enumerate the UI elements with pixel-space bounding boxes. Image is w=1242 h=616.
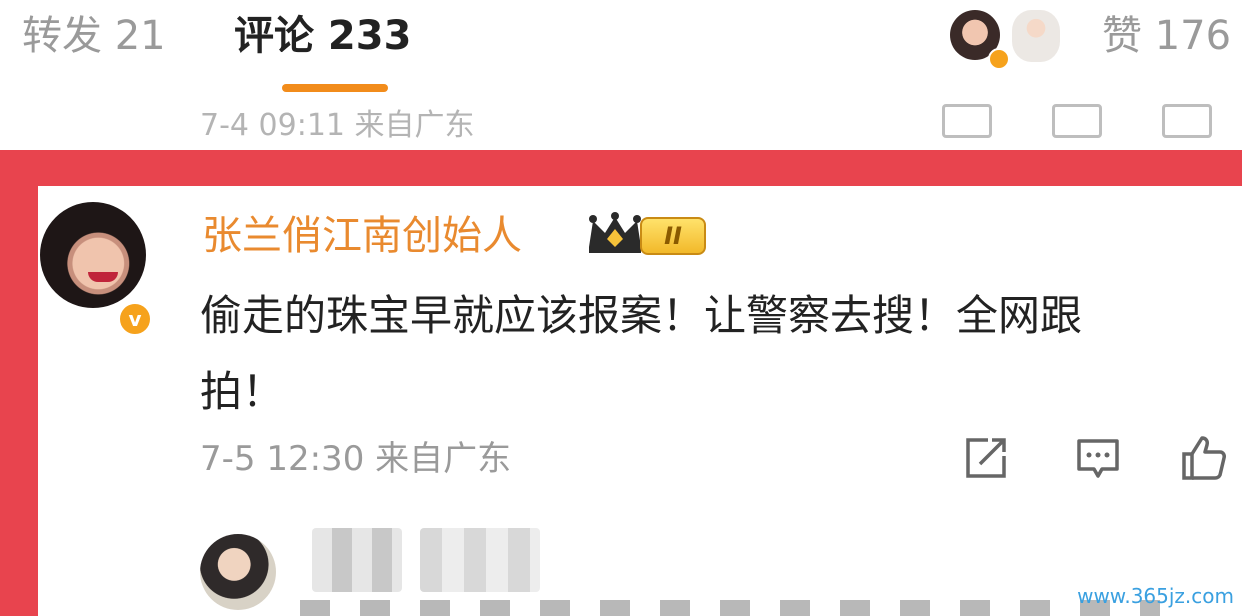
crown-icon xyxy=(589,212,641,253)
watermark: www.365jz.com xyxy=(1077,584,1234,608)
thumbs-up-icon[interactable] xyxy=(1162,104,1212,138)
thumbs-up-icon[interactable] xyxy=(1180,434,1228,482)
redacted-name xyxy=(420,528,540,592)
share-icon[interactable] xyxy=(942,104,992,138)
liker-avatar[interactable] xyxy=(1012,10,1060,62)
comment-icon[interactable] xyxy=(1074,434,1122,482)
tab-repost[interactable]: 转发 21 xyxy=(22,8,166,64)
comment-author-name[interactable]: 张兰俏江南创始人 xyxy=(202,210,522,262)
verified-badge: v xyxy=(116,300,154,338)
comment-text: 偷走的珠宝早就应该报案！让警察去搜！全网跟 拍！ xyxy=(200,278,1240,430)
share-icon[interactable] xyxy=(962,434,1010,482)
active-tab-indicator xyxy=(282,84,388,92)
level-badge: II xyxy=(640,217,706,255)
tab-comments[interactable]: 评论 233 xyxy=(234,8,411,64)
reply-author-avatar[interactable] xyxy=(200,534,276,610)
tab-likes[interactable]: 赞 176 xyxy=(1102,8,1231,64)
redacted-reply-text xyxy=(300,600,1160,616)
comment-text-line: 偷走的珠宝早就应该报案！让警察去搜！全网跟 xyxy=(200,291,1083,340)
verified-badge xyxy=(988,48,1010,70)
author-avatar[interactable] xyxy=(40,202,146,308)
comment-meta: 7-5 12:30 来自广东 xyxy=(200,439,512,479)
previous-post-footer: 7-4 09:11 来自广东 xyxy=(0,100,1242,146)
comment-icon[interactable] xyxy=(1052,104,1102,138)
redacted-name xyxy=(312,528,402,592)
comment-text-line: 拍！ xyxy=(200,367,285,416)
likers-avatars[interactable] xyxy=(950,10,1060,70)
tab-bar: 转发 21 评论 233 赞 176 xyxy=(0,0,1242,100)
avatar[interactable]: v xyxy=(40,202,154,338)
previous-post-meta: 7-4 09:11 来自广东 xyxy=(200,108,475,143)
